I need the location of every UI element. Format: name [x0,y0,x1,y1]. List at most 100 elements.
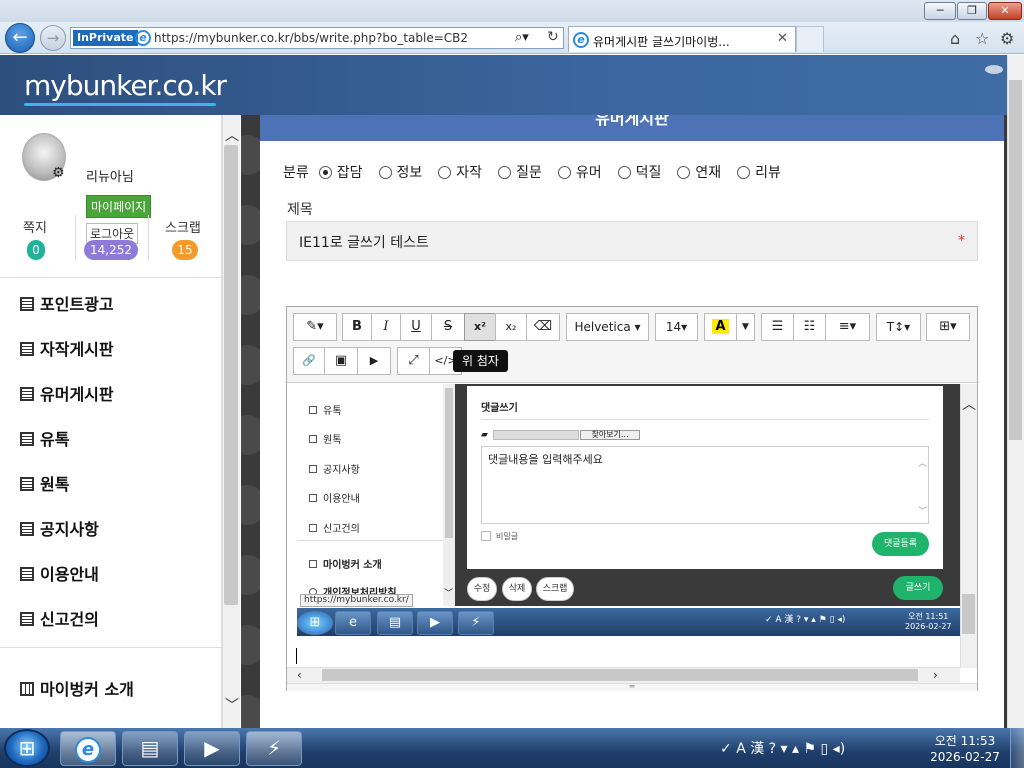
stat-badge-scrap[interactable]: 15 [172,240,198,260]
scroll-up-icon[interactable]: ︿ [223,125,241,145]
superscript-button[interactable]: x² [464,313,496,341]
stat-divider [148,215,149,261]
address-bar[interactable]: InPrivate e https://mybunker.co.kr/bbs/w… [70,27,564,49]
magic-style-button[interactable]: ✎▾ [293,313,337,341]
favorites-star-icon[interactable]: ☆ [975,29,989,48]
sidebar-scroll-thumb[interactable] [224,145,238,605]
sidebar-item-humor-board[interactable]: 유머게시판 [20,381,114,405]
paragraph-align-button[interactable]: ≡▾ [825,313,870,341]
editor-scroll-thumb[interactable] [962,594,975,634]
category-radio-info[interactable] [378,166,392,179]
page-scroll-thumb[interactable] [1009,80,1022,440]
url-text[interactable]: https://mybunker.co.kr/bbs/write.php?bo_… [154,31,468,45]
scroll-down-icon[interactable]: ﹀ [223,695,241,715]
ordered-list-button[interactable]: ☰ [761,313,794,341]
search-icon[interactable]: ⌕▾ [515,30,529,45]
font-size-select[interactable]: 14▾ [655,313,698,341]
editor-hscroll-thumb[interactable] [322,669,918,681]
comment-submit-button: 댓글등록 [872,532,929,556]
minimize-button[interactable]: ─ [924,2,956,20]
taskbar-explorer-icon[interactable]: ▤ [122,731,178,766]
secret-checkbox [481,531,491,541]
start-button[interactable]: ⊞ [4,729,50,767]
sidebar-item-report[interactable]: 신고건의 [20,606,99,630]
sidebar-item-creative-board[interactable]: 자작게시판 [20,336,114,360]
picture-button[interactable]: ▣ [324,347,358,375]
line-height-button[interactable]: T↕▾ [876,313,921,341]
user-nickname: 리뉴아님 [86,170,134,185]
home-icon[interactable]: ⌂ [950,29,960,48]
bold-button[interactable]: B [342,313,372,341]
sidebar-item-yutalk[interactable]: 유톡 [20,426,69,450]
category-radio-serial[interactable] [677,166,691,179]
embedded-menu-item: 마이벙커 소개 [309,556,382,571]
system-tray[interactable]: ✓ A 漢 ? ▾ ▴ ⚑ ▯ ◂) [720,738,845,758]
new-tab-button[interactable] [796,26,824,52]
font-color-button[interactable]: A [704,313,737,341]
editor-scroll-up-icon[interactable]: ︿ [961,394,977,414]
embedded-media-icon: ▶ [417,611,453,635]
video-button[interactable]: ▶ [357,347,391,375]
editor-resize-handle[interactable]: ═ [287,683,977,691]
scroll-right-icon[interactable]: › [933,668,938,682]
inprivate-badge: InPrivate [73,30,138,46]
maximize-button[interactable]: ❐ [957,2,987,20]
category-radio-creative[interactable] [438,166,452,179]
browser-tab[interactable]: e 유머게시판 글쓰기마이벙... ✕ [568,26,796,52]
tab-close-icon[interactable]: ✕ [777,31,788,46]
site-header: mybunker.co.kr [0,55,1024,115]
eraser-button[interactable]: ⌫ [526,313,560,341]
strikethrough-button[interactable]: S [431,313,465,341]
forward-button[interactable]: → [40,25,66,51]
site-logo[interactable]: mybunker.co.kr [24,69,227,102]
sidebar-item-about[interactable]: 마이벙커 소개 [20,676,134,700]
underline-button[interactable]: U [400,313,432,341]
italic-button[interactable]: I [371,313,401,341]
comment-title: 댓글쓰기 [481,403,518,414]
embedded-menu-item: 이용안내 [309,490,360,505]
category-radio-fandom[interactable] [617,166,631,179]
list-icon [20,432,34,446]
title-input[interactable]: IE11로 글쓰기 테스트 [286,221,978,261]
stat-badge-point[interactable]: 14,252 [84,240,138,260]
table-button[interactable]: ⊞▾ [926,313,970,341]
color-dropdown-icon[interactable]: ▼ [736,313,755,341]
sidebar-item-guide[interactable]: 이용안내 [20,561,99,585]
embedded-clock: 오전 11:51 2026-02-27 [905,612,952,631]
category-radio-humor[interactable] [557,166,571,179]
user-icon[interactable] [985,65,1003,74]
edit-button: 수정 [467,577,497,601]
board-heading: 유머게시판 [260,115,1004,141]
profile-gear-icon[interactable]: ⚙ [52,165,65,181]
embedded-sidebar: 유톡 원톡 공지사항 이용안내 신고건의 마이벙커 소개 개인정보처리방침 [297,384,443,606]
sidebar-item-wontalk[interactable]: 원톡 [20,471,69,495]
embedded-divider [297,540,443,541]
close-button[interactable]: ✕ [988,2,1022,20]
show-desktop-button[interactable] [1010,728,1024,768]
taskbar-ie-icon[interactable]: e [60,731,116,766]
taskbar-clock[interactable]: 오전 11:53 2026-02-27 [928,733,1002,765]
settings-gear-icon[interactable]: ⚙ [1000,29,1014,48]
category-radio-chat[interactable] [318,166,332,179]
taskbar-app-icon[interactable]: ⚡ [246,731,302,766]
scroll-left-icon[interactable]: ‹ [297,668,302,682]
refresh-icon[interactable]: ↻ [547,29,559,45]
fullscreen-button[interactable]: ⤢ [397,347,430,375]
title-label: 제목 [287,202,313,218]
list-icon [20,612,34,626]
sidebar-item-point-ad[interactable]: 포인트광고 [20,291,114,315]
mypage-button[interactable]: 마이페이지 [86,195,152,218]
link-button[interactable]: 🔗 [293,347,325,375]
category-radio-review[interactable] [737,166,751,179]
sidebar-item-notice[interactable]: 공지사항 [20,516,99,540]
taskbar-media-icon[interactable]: ▶ [184,731,240,766]
list-icon [20,297,34,311]
font-family-select[interactable]: Helvetica ▾ [566,313,649,341]
sidebar-divider [0,277,221,278]
subscript-button[interactable]: x₂ [495,313,527,341]
embedded-ie-icon: e [335,611,371,635]
unordered-list-button[interactable]: ☷ [793,313,826,341]
stat-badge-memo[interactable]: 0 [27,240,45,260]
back-button[interactable]: ← [5,23,35,53]
category-radio-question[interactable] [498,166,512,179]
